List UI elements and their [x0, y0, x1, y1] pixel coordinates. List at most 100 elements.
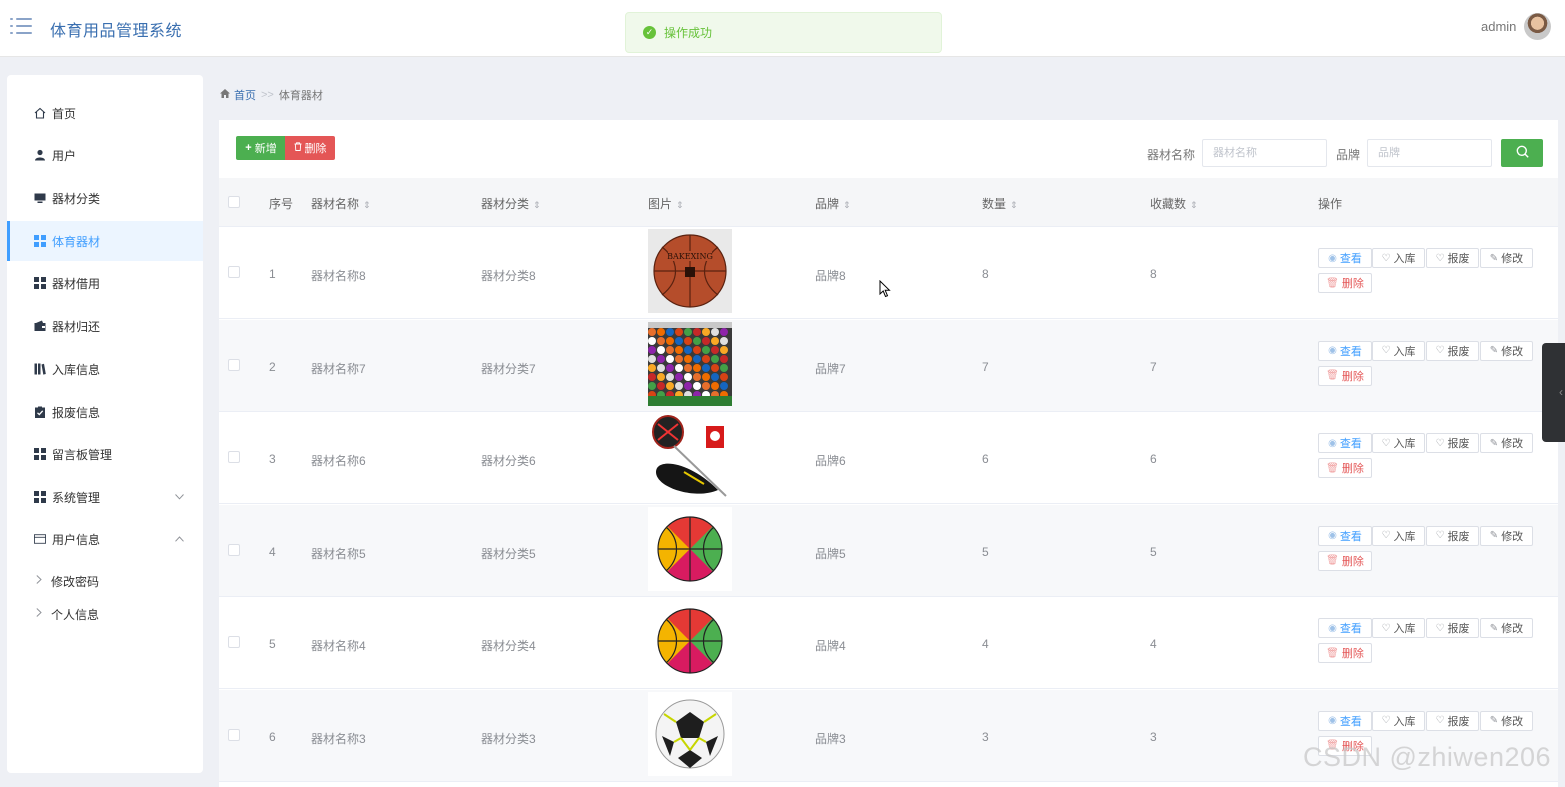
column-header-category[interactable]: 器材分类 ⇕: [481, 195, 541, 212]
batch-delete-button[interactable]: 删除: [285, 136, 335, 160]
scrap-button[interactable]: ♡ 报废: [1426, 525, 1479, 546]
eye-icon: ◉: [1328, 622, 1337, 634]
column-header-image[interactable]: 图片 ⇕: [648, 195, 684, 212]
equipment-image[interactable]: [648, 414, 732, 498]
sort-icon[interactable]: ⇕: [843, 200, 851, 210]
heart-icon: ♡: [1435, 715, 1445, 726]
sidebar-item-home[interactable]: 首页: [7, 93, 203, 133]
equipment-image[interactable]: BAKEXING: [648, 229, 732, 313]
row-checkbox[interactable]: [228, 543, 240, 556]
column-header-quantity[interactable]: 数量 ⇕: [982, 195, 1018, 212]
sort-icon[interactable]: ⇕: [533, 200, 541, 210]
sort-icon[interactable]: ⇕: [1010, 200, 1018, 210]
sort-icon[interactable]: ⇕: [1190, 200, 1198, 210]
chevron-down-icon: [175, 491, 184, 503]
action-label: 删除: [1341, 555, 1364, 568]
quantity: 4: [982, 637, 989, 651]
add-button[interactable]: + 新增: [236, 136, 286, 160]
edit-button[interactable]: ✎ 修改: [1480, 525, 1533, 546]
delete-button[interactable]: 🗑 删除: [1318, 458, 1372, 478]
sidebar-item-stock-in[interactable]: 入库信息: [7, 349, 203, 389]
sort-icon[interactable]: ⇕: [363, 200, 371, 210]
edit-button[interactable]: ✎ 修改: [1480, 248, 1533, 268]
sidebar-item-equipment-borrow[interactable]: 器材借用: [7, 263, 203, 303]
view-button[interactable]: ◉ 查看: [1318, 248, 1372, 268]
row-checkbox[interactable]: [228, 358, 240, 371]
edit-button[interactable]: ✎ 修改: [1480, 618, 1533, 638]
table-row[interactable]: 5 器材名称4 器材分类4 品牌4 4 4 ◉ 查看 ♡ 入库 ♡ 报废 ✎ 修改 🗑 删除: [219, 597, 1558, 689]
breadcrumb: 首页 >> 体育器材: [220, 87, 323, 103]
select-all-checkbox[interactable]: [228, 196, 240, 208]
breadcrumb-home[interactable]: 首页: [234, 87, 256, 103]
column-header-brand[interactable]: 品牌 ⇕: [815, 195, 851, 212]
scrap-button[interactable]: ♡ 报废: [1426, 433, 1479, 453]
edit-button[interactable]: ✎ 修改: [1480, 433, 1533, 453]
stock-in-button[interactable]: ♡ 入库: [1372, 525, 1425, 546]
delete-button[interactable]: 🗑 删除: [1318, 550, 1372, 571]
equipment-image[interactable]: [648, 321, 732, 406]
brand: 品牌3: [815, 731, 846, 746]
eye-icon: ◉: [1328, 437, 1337, 449]
sidebar-item-message-board[interactable]: 留言板管理: [7, 434, 203, 474]
brand-input[interactable]: [1367, 139, 1492, 167]
sidebar-item-sports-equipment[interactable]: 体育器材: [7, 221, 203, 261]
sidebar-subitem-change-password[interactable]: 修改密码: [7, 566, 203, 596]
avatar[interactable]: [1524, 13, 1551, 40]
sidebar-item-user-info[interactable]: 用户信息: [7, 519, 203, 559]
action-label: 查看: [1339, 438, 1362, 450]
stock-in-button[interactable]: ♡ 入库: [1372, 433, 1425, 453]
row-number: 3: [269, 452, 276, 466]
edit-button[interactable]: ✎ 修改: [1480, 340, 1533, 361]
table-row[interactable]: 1 器材名称8 器材分类8 BAKEXING 品牌8 8 8 ◉ 查看 ♡ 入库 ♡ 报废 ✎ 修改 🗑 删除: [219, 227, 1558, 319]
view-button[interactable]: ◉ 查看: [1318, 618, 1372, 638]
view-button[interactable]: ◉ 查看: [1318, 525, 1372, 546]
row-checkbox[interactable]: [228, 451, 240, 463]
scrap-button[interactable]: ♡ 报废: [1426, 248, 1479, 268]
heart-icon: ♡: [1381, 530, 1391, 541]
delete-button[interactable]: 🗑 删除: [1318, 365, 1372, 386]
menu-toggle-icon[interactable]: [10, 17, 32, 35]
row-checkbox[interactable]: [228, 636, 240, 648]
equipment-name-input[interactable]: [1202, 139, 1327, 167]
column-header-name[interactable]: 器材名称 ⇕: [311, 195, 371, 212]
table-row[interactable]: 4 器材名称5 器材分类5 品牌5 5 5 ◉ 查看 ♡ 入库 ♡ 报废 ✎ 修改 🗑 删除: [219, 504, 1558, 597]
row-checkbox[interactable]: [228, 728, 240, 741]
equipment-image[interactable]: [648, 691, 732, 776]
view-button[interactable]: ◉ 查看: [1318, 340, 1372, 361]
side-panel-toggle[interactable]: ‹: [1542, 343, 1565, 442]
view-button[interactable]: ◉ 查看: [1318, 710, 1372, 731]
delete-button[interactable]: 🗑 删除: [1318, 273, 1372, 293]
stock-in-button[interactable]: ♡ 入库: [1372, 340, 1425, 361]
sidebar-item-equipment-category[interactable]: 器材分类: [7, 178, 203, 218]
stock-in-button[interactable]: ♡ 入库: [1372, 710, 1425, 731]
table-row[interactable]: 3 器材名称6 器材分类6 品牌6 6 6 ◉ 查看 ♡ 入库 ♡ 报废 ✎ 修改 🗑 删除: [219, 412, 1558, 504]
scrap-button[interactable]: ♡ 报废: [1426, 618, 1479, 638]
column-header-label: 数量: [982, 197, 1007, 211]
scrap-button[interactable]: ♡ 报废: [1426, 340, 1479, 361]
column-header-label: 器材名称: [311, 197, 360, 211]
action-label: 修改: [1501, 715, 1524, 728]
stock-in-button[interactable]: ♡ 入库: [1372, 248, 1425, 268]
sort-icon[interactable]: ⇕: [676, 200, 684, 210]
edit-button[interactable]: ✎ 修改: [1480, 710, 1533, 731]
action-label: 修改: [1501, 530, 1524, 543]
stock-in-button[interactable]: ♡ 入库: [1372, 618, 1425, 638]
delete-button[interactable]: 🗑 删除: [1318, 643, 1372, 663]
view-button[interactable]: ◉ 查看: [1318, 433, 1372, 453]
user-name[interactable]: admin: [1481, 19, 1516, 34]
sidebar-item-users[interactable]: 用户: [7, 135, 203, 175]
sidebar-item-scrap[interactable]: 报废信息: [7, 392, 203, 432]
sidebar-item-equipment-return[interactable]: 器材归还: [7, 306, 203, 346]
sidebar-item-label: 器材借用: [52, 276, 101, 291]
equipment-image[interactable]: [648, 506, 732, 591]
sidebar-subitem-profile[interactable]: 个人信息: [7, 599, 203, 629]
sidebar-item-label: 报废信息: [52, 405, 101, 420]
equipment-image[interactable]: [648, 599, 732, 683]
scrap-button[interactable]: ♡ 报废: [1426, 710, 1479, 731]
search-button[interactable]: [1501, 139, 1543, 167]
sidebar-item-system[interactable]: 系统管理: [7, 477, 203, 517]
column-header-favorites[interactable]: 收藏数 ⇕: [1150, 195, 1198, 212]
table-row[interactable]: 2 器材名称7 器材分类7 品牌7 7 7 ◉ 查看 ♡ 入库 ♡ 报废 ✎ 修改 🗑 删除: [219, 319, 1558, 412]
row-checkbox[interactable]: [228, 266, 240, 278]
plus-icon: +: [245, 142, 252, 154]
